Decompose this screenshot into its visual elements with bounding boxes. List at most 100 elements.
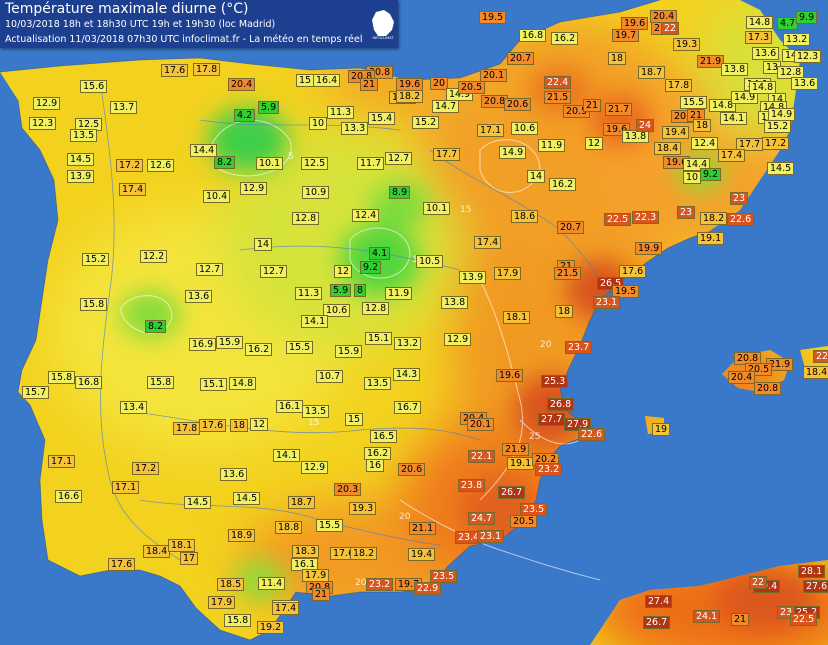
station-temperature-label: 15.8	[224, 614, 252, 627]
station-temperature-label: 13.3	[341, 122, 369, 135]
station-temperature-label: 19.3	[349, 502, 377, 515]
station-temperature-label: 10.9	[302, 186, 330, 199]
station-temperature-label: 17.6	[161, 64, 189, 77]
station-temperature-label: 13.2	[783, 33, 811, 46]
station-temperature-label: 16.2	[245, 343, 273, 356]
station-temperature-label: 12.9	[301, 461, 329, 474]
station-temperature-label: 17.6	[199, 419, 227, 432]
station-temperature-label: 22.9	[414, 582, 442, 595]
station-temperature-label: 19.4	[662, 126, 690, 139]
station-temperature-label: 15.4	[368, 112, 396, 125]
station-temperature-label: 27.7	[538, 413, 566, 426]
station-temperature-label: 15.2	[412, 116, 440, 129]
station-temperature-label: 14.1	[301, 315, 329, 328]
station-temperature-label: 17.2	[132, 462, 160, 475]
station-temperature-label: 14.1	[273, 449, 301, 462]
map-header: Température maximale diurne (°C) 10/03/2…	[0, 0, 398, 48]
station-temperature-label: 22.6	[578, 428, 606, 441]
isotherm-label: 15	[308, 418, 320, 428]
station-temperature-label: 12.3	[794, 50, 822, 63]
station-temperature-label: 19.2	[257, 621, 285, 634]
station-temperature-label: 5.9	[258, 101, 280, 114]
station-temperature-label: 23.1	[593, 296, 621, 309]
station-temperature-label: 22.3	[632, 211, 660, 224]
station-temperature-label: 20.7	[507, 52, 535, 65]
station-temperature-label: 19	[652, 423, 671, 436]
station-temperature-label: 9.2	[700, 168, 722, 181]
station-temperature-label: 10.5	[416, 255, 444, 268]
station-temperature-label: 16.9	[189, 338, 217, 351]
station-temperature-label: 18.8	[275, 521, 303, 534]
station-temperature-label: 14.8	[229, 377, 257, 390]
station-temperature-label: 13.6	[220, 468, 248, 481]
station-temperature-label: 15.1	[365, 332, 393, 345]
station-temperature-label: 11.3	[327, 106, 355, 119]
station-temperature-label: 12	[250, 418, 269, 431]
station-temperature-label: 15.8	[48, 371, 76, 384]
station-temperature-label: 17.1	[112, 481, 140, 494]
station-temperature-label: 11.3	[295, 287, 323, 300]
station-temperature-label: 18.7	[638, 66, 666, 79]
station-temperature-label: 4.1	[369, 247, 391, 260]
isotherm-label: 5	[288, 152, 294, 162]
station-temperature-label: 12.8	[292, 212, 320, 225]
station-temperature-label: 22	[813, 350, 828, 363]
station-temperature-label: 14.3	[393, 368, 421, 381]
station-temperature-label: 12.5	[301, 157, 329, 170]
station-temperature-label: 22.6	[727, 213, 755, 226]
station-temperature-label: 18.2	[396, 90, 424, 103]
station-temperature-label: 15.8	[80, 298, 108, 311]
station-temperature-label: 18.7	[288, 496, 316, 509]
station-temperature-label: 18	[693, 119, 712, 132]
station-temperature-label: 9.9	[796, 11, 818, 24]
station-temperature-label: 16.6	[55, 490, 83, 503]
station-temperature-label: 12.7	[260, 265, 288, 278]
station-temperature-label: 4.7	[777, 17, 799, 30]
station-temperature-label: 14	[527, 170, 546, 183]
station-temperature-label: 17.6	[108, 558, 136, 571]
station-temperature-label: 16.7	[394, 401, 422, 414]
station-temperature-label: 28.1	[798, 565, 826, 578]
station-temperature-label: 17.4	[718, 149, 746, 162]
isotherm-label: 20	[355, 578, 367, 588]
station-temperature-label: 18	[608, 52, 627, 65]
station-temperature-label: 20.3	[334, 483, 362, 496]
isotherm-label: 15	[460, 205, 472, 215]
station-temperature-label: 12.3	[29, 117, 57, 130]
station-temperature-label: 26.7	[643, 616, 671, 629]
station-temperature-label: 10.7	[316, 370, 344, 383]
update-time: Actualisation 11/03/2018 07h30 UTC infoc…	[5, 34, 363, 45]
station-temperature-label: 13.8	[441, 296, 469, 309]
station-temperature-label: 14.8	[746, 16, 774, 29]
station-temperature-label: 14.5	[233, 492, 261, 505]
station-temperature-label: 13.5	[70, 129, 98, 142]
station-temperature-label: 8.2	[145, 320, 167, 333]
station-temperature-label: 15.9	[216, 336, 244, 349]
station-temperature-label: 20.4	[228, 78, 256, 91]
station-temperature-label: 12.7	[196, 263, 224, 276]
station-temperature-label: 22	[749, 576, 768, 589]
station-temperature-label: 15.7	[22, 386, 50, 399]
station-temperature-label: 11.7	[357, 157, 385, 170]
station-temperature-label: 18.6	[511, 210, 539, 223]
station-temperature-label: 17.1	[48, 455, 76, 468]
station-temperature-label: 19.3	[673, 38, 701, 51]
station-temperature-label: 12.6	[147, 159, 175, 172]
station-temperature-label: 26.7	[498, 486, 526, 499]
station-temperature-label: 21	[312, 588, 331, 601]
station-temperature-label: 12.9	[444, 333, 472, 346]
station-temperature-label: 22.1	[468, 450, 496, 463]
station-temperature-label: 11.9	[538, 139, 566, 152]
station-temperature-label: 21.5	[544, 91, 572, 104]
station-temperature-label: 12.8	[362, 302, 390, 315]
station-temperature-label: 18	[555, 305, 574, 318]
station-temperature-label: 13.4	[120, 401, 148, 414]
station-temperature-label: 21	[583, 99, 602, 112]
station-temperature-label: 17.3	[745, 31, 773, 44]
station-temperature-label: 21	[731, 613, 750, 626]
station-temperature-label: 21.9	[502, 443, 530, 456]
station-temperature-label: 23.7	[565, 341, 593, 354]
station-temperature-label: 15.5	[286, 341, 314, 354]
station-temperature-label: 13.9	[459, 271, 487, 284]
station-temperature-label: 5.9	[330, 284, 352, 297]
